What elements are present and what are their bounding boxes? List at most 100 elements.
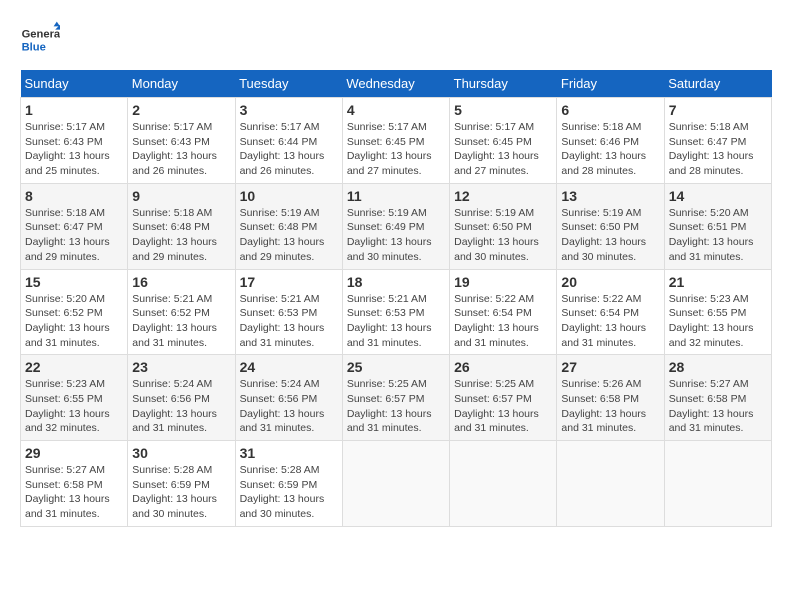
day-info: Sunrise: 5:27 AM Sunset: 6:58 PM Dayligh… [669, 377, 767, 436]
day-info: Sunrise: 5:17 AM Sunset: 6:45 PM Dayligh… [454, 120, 552, 179]
day-cell-27: 27 Sunrise: 5:26 AM Sunset: 6:58 PM Dayli… [557, 355, 664, 441]
day-number: 29 [25, 445, 123, 461]
day-info: Sunrise: 5:18 AM Sunset: 6:47 PM Dayligh… [669, 120, 767, 179]
week-row-2: 8Sunrise: 5:18 AM Sunset: 6:47 PM Daylig… [21, 183, 772, 269]
day-number: 20 [561, 274, 659, 290]
day-cell-17: 17Sunrise: 5:21 AM Sunset: 6:53 PM Dayli… [235, 269, 342, 355]
day-cell-20: 20 Sunrise: 5:22 AM Sunset: 6:54 PM Dayli… [557, 269, 664, 355]
day-info: Sunrise: 5:28 AM Sunset: 6:59 PM Dayligh… [132, 463, 230, 522]
day-number: 26 [454, 359, 552, 375]
day-number: 14 [669, 188, 767, 204]
day-cell-2: 2 Sunrise: 5:17 AM Sunset: 6:43 PM Daylig… [128, 98, 235, 184]
day-info: Sunrise: 5:23 AM Sunset: 6:55 PM Dayligh… [669, 292, 767, 351]
day-cell-28: 28 Sunrise: 5:27 AM Sunset: 6:58 PM Dayli… [664, 355, 771, 441]
day-cell-9: 9 Sunrise: 5:18 AM Sunset: 6:48 PM Daylig… [128, 183, 235, 269]
day-number: 27 [561, 359, 659, 375]
day-number: 22 [25, 359, 123, 375]
day-number: 23 [132, 359, 230, 375]
day-info: Sunrise: 5:25 AM Sunset: 6:57 PM Dayligh… [454, 377, 552, 436]
day-cell-7: 7 Sunrise: 5:18 AM Sunset: 6:47 PM Daylig… [664, 98, 771, 184]
day-cell-14: 14 Sunrise: 5:20 AM Sunset: 6:51 PM Dayli… [664, 183, 771, 269]
day-info: Sunrise: 5:20 AM Sunset: 6:52 PM Dayligh… [25, 292, 123, 351]
day-cell-8: 8Sunrise: 5:18 AM Sunset: 6:47 PM Daylig… [21, 183, 128, 269]
week-row-4: 22 Sunrise: 5:23 AM Sunset: 6:55 PM Dayli… [21, 355, 772, 441]
day-cell-19: 19 Sunrise: 5:22 AM Sunset: 6:54 PM Dayli… [450, 269, 557, 355]
day-number: 24 [240, 359, 338, 375]
day-number: 19 [454, 274, 552, 290]
day-info: Sunrise: 5:26 AM Sunset: 6:58 PM Dayligh… [561, 377, 659, 436]
day-cell-21: 21 Sunrise: 5:23 AM Sunset: 6:55 PM Dayli… [664, 269, 771, 355]
day-info: Sunrise: 5:18 AM Sunset: 6:48 PM Dayligh… [132, 206, 230, 265]
day-info: Sunrise: 5:19 AM Sunset: 6:50 PM Dayligh… [561, 206, 659, 265]
header-friday: Friday [557, 70, 664, 98]
day-cell-30: 30 Sunrise: 5:28 AM Sunset: 6:59 PM Dayli… [128, 441, 235, 527]
day-cell-25: 25Sunrise: 5:25 AM Sunset: 6:57 PM Dayli… [342, 355, 449, 441]
day-number: 8 [25, 188, 123, 204]
header-monday: Monday [128, 70, 235, 98]
day-number: 6 [561, 102, 659, 118]
day-info: Sunrise: 5:19 AM Sunset: 6:48 PM Dayligh… [240, 206, 338, 265]
day-number: 15 [25, 274, 123, 290]
day-info: Sunrise: 5:17 AM Sunset: 6:45 PM Dayligh… [347, 120, 445, 179]
day-cell-18: 18 Sunrise: 5:21 AM Sunset: 6:53 PM Dayli… [342, 269, 449, 355]
day-cell-1: 1Sunrise: 5:17 AM Sunset: 6:43 PM Daylig… [21, 98, 128, 184]
empty-cell [557, 441, 664, 527]
day-number: 31 [240, 445, 338, 461]
day-info: Sunrise: 5:24 AM Sunset: 6:56 PM Dayligh… [240, 377, 338, 436]
logo: General Blue [20, 20, 60, 60]
day-info: Sunrise: 5:22 AM Sunset: 6:54 PM Dayligh… [454, 292, 552, 351]
day-number: 30 [132, 445, 230, 461]
empty-cell [450, 441, 557, 527]
day-info: Sunrise: 5:18 AM Sunset: 6:46 PM Dayligh… [561, 120, 659, 179]
day-cell-11: 11Sunrise: 5:19 AM Sunset: 6:49 PM Dayli… [342, 183, 449, 269]
day-number: 17 [240, 274, 338, 290]
day-info: Sunrise: 5:17 AM Sunset: 6:44 PM Dayligh… [240, 120, 338, 179]
header-thursday: Thursday [450, 70, 557, 98]
week-row-5: 29Sunrise: 5:27 AM Sunset: 6:58 PM Dayli… [21, 441, 772, 527]
calendar-table: SundayMondayTuesdayWednesdayThursdayFrid… [20, 70, 772, 527]
day-number: 7 [669, 102, 767, 118]
day-info: Sunrise: 5:22 AM Sunset: 6:54 PM Dayligh… [561, 292, 659, 351]
day-number: 2 [132, 102, 230, 118]
day-cell-26: 26 Sunrise: 5:25 AM Sunset: 6:57 PM Dayli… [450, 355, 557, 441]
calendar-header-row: SundayMondayTuesdayWednesdayThursdayFrid… [21, 70, 772, 98]
day-cell-22: 22 Sunrise: 5:23 AM Sunset: 6:55 PM Dayli… [21, 355, 128, 441]
day-number: 21 [669, 274, 767, 290]
day-cell-4: 4Sunrise: 5:17 AM Sunset: 6:45 PM Daylig… [342, 98, 449, 184]
day-info: Sunrise: 5:24 AM Sunset: 6:56 PM Dayligh… [132, 377, 230, 436]
header-saturday: Saturday [664, 70, 771, 98]
day-number: 10 [240, 188, 338, 204]
day-info: Sunrise: 5:19 AM Sunset: 6:50 PM Dayligh… [454, 206, 552, 265]
day-info: Sunrise: 5:21 AM Sunset: 6:53 PM Dayligh… [347, 292, 445, 351]
day-number: 28 [669, 359, 767, 375]
day-cell-3: 3 Sunrise: 5:17 AM Sunset: 6:44 PM Daylig… [235, 98, 342, 184]
week-row-3: 15 Sunrise: 5:20 AM Sunset: 6:52 PM Dayli… [21, 269, 772, 355]
day-info: Sunrise: 5:17 AM Sunset: 6:43 PM Dayligh… [132, 120, 230, 179]
day-info: Sunrise: 5:28 AM Sunset: 6:59 PM Dayligh… [240, 463, 338, 522]
svg-text:General: General [22, 29, 60, 41]
page-header: General Blue [20, 20, 772, 60]
day-cell-15: 15 Sunrise: 5:20 AM Sunset: 6:52 PM Dayli… [21, 269, 128, 355]
day-number: 11 [347, 188, 445, 204]
header-sunday: Sunday [21, 70, 128, 98]
day-cell-13: 13 Sunrise: 5:19 AM Sunset: 6:50 PM Dayli… [557, 183, 664, 269]
day-number: 3 [240, 102, 338, 118]
day-number: 18 [347, 274, 445, 290]
day-info: Sunrise: 5:23 AM Sunset: 6:55 PM Dayligh… [25, 377, 123, 436]
day-info: Sunrise: 5:20 AM Sunset: 6:51 PM Dayligh… [669, 206, 767, 265]
day-info: Sunrise: 5:17 AM Sunset: 6:43 PM Dayligh… [25, 120, 123, 179]
day-number: 25 [347, 359, 445, 375]
svg-text:Blue: Blue [22, 41, 46, 53]
header-wednesday: Wednesday [342, 70, 449, 98]
logo-icon: General Blue [20, 20, 60, 60]
day-cell-24: 24 Sunrise: 5:24 AM Sunset: 6:56 PM Dayli… [235, 355, 342, 441]
empty-cell [664, 441, 771, 527]
header-tuesday: Tuesday [235, 70, 342, 98]
day-cell-12: 12Sunrise: 5:19 AM Sunset: 6:50 PM Dayli… [450, 183, 557, 269]
day-cell-5: 5Sunrise: 5:17 AM Sunset: 6:45 PM Daylig… [450, 98, 557, 184]
week-row-1: 1Sunrise: 5:17 AM Sunset: 6:43 PM Daylig… [21, 98, 772, 184]
day-number: 13 [561, 188, 659, 204]
day-number: 9 [132, 188, 230, 204]
day-cell-6: 6 Sunrise: 5:18 AM Sunset: 6:46 PM Daylig… [557, 98, 664, 184]
empty-cell [342, 441, 449, 527]
